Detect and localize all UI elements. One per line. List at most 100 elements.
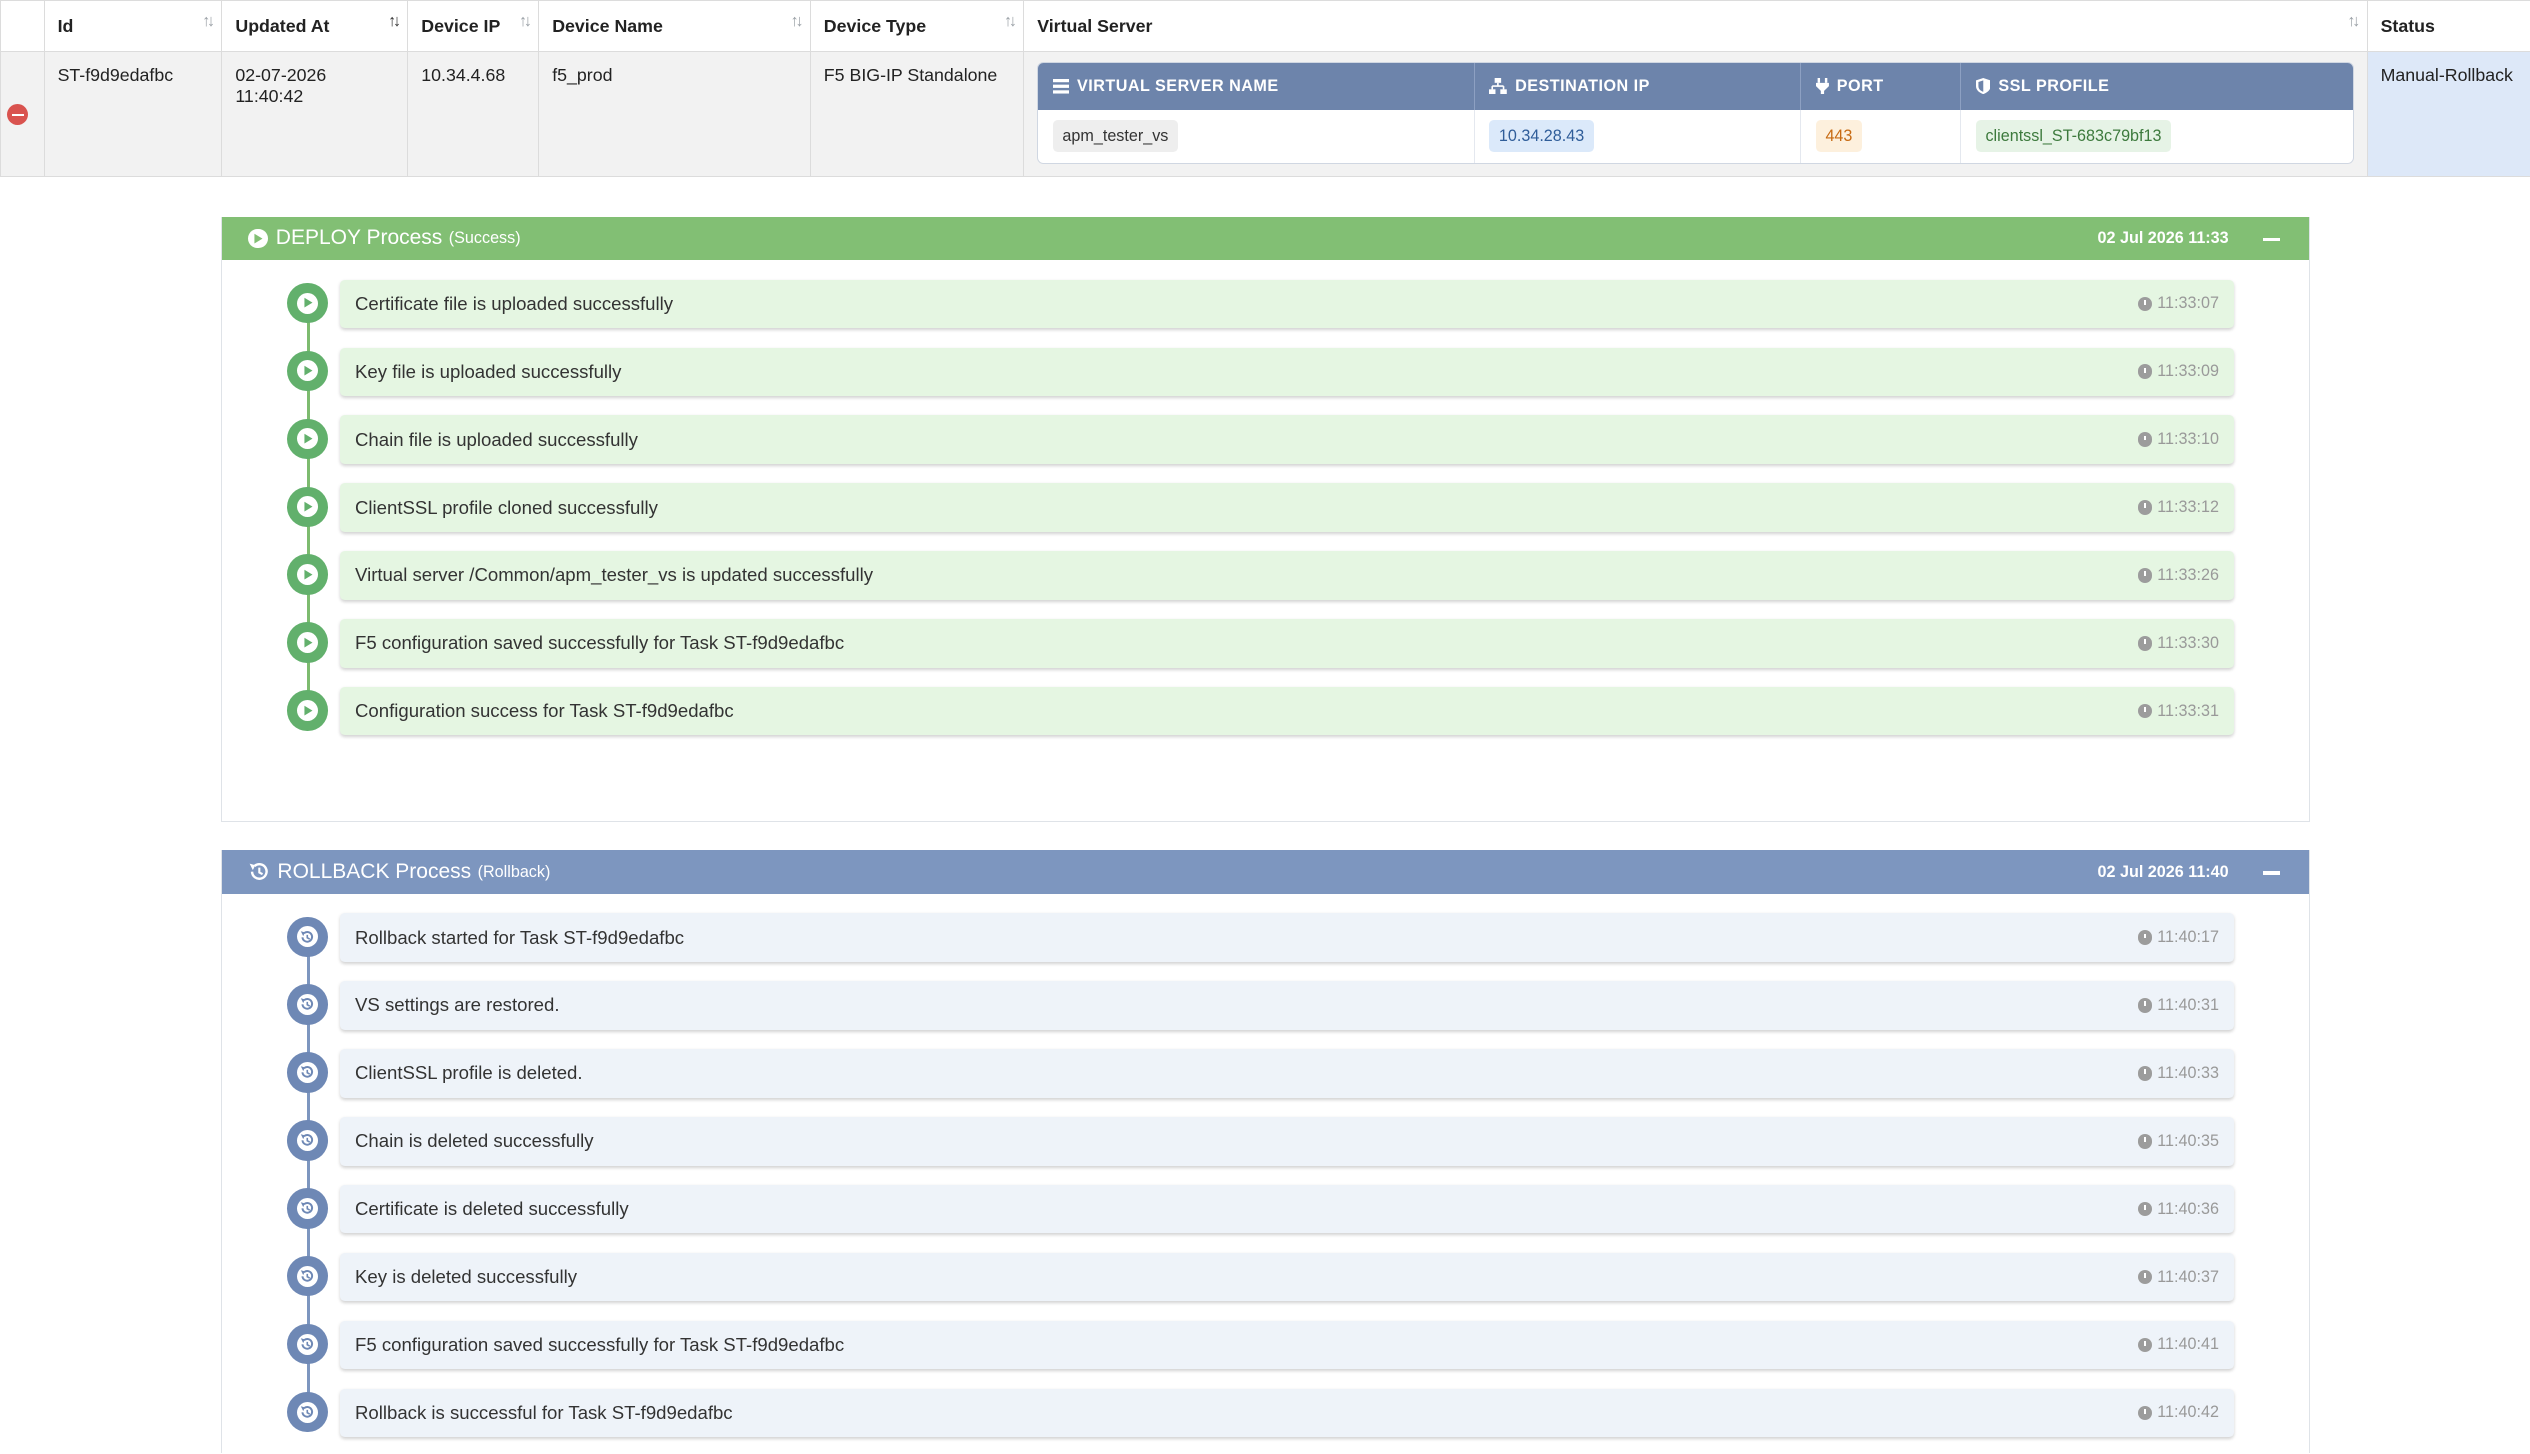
deploy-panel-title: DEPLOY Process: [275, 226, 443, 250]
step-message: F5 configuration saved successfully for …: [340, 1320, 2234, 1370]
step-time: 11:33:10: [2137, 430, 2219, 449]
column-header-device-ip[interactable]: Device IP ↑↓: [407, 0, 540, 53]
column-label: Device Name: [552, 15, 663, 36]
step-time-value: 11:33:09: [2157, 362, 2219, 381]
timeline-step: Configuration success for Task ST-f9d9ed…: [222, 686, 2309, 755]
play-circle-icon: [287, 350, 328, 392]
rollback-process-panel: ROLLBACK Process (Rollback) 02 Jul 2026 …: [221, 850, 2311, 1454]
column-header-updated-at[interactable]: Updated At ↑↓: [221, 0, 409, 53]
cell-device-type: F5 BIG-IP Standalone: [809, 51, 1025, 177]
cell-status: Manual-Rollback: [2366, 51, 2530, 177]
table-row[interactable]: ST-f9d9edafbc 02-07-2026 11:40:42 10.34.…: [0, 51, 2530, 177]
step-text: Rollback started for Task ST-f9d9edafbc: [355, 926, 685, 948]
timeline-step: F5 configuration saved successfully for …: [222, 1320, 2309, 1389]
step-message: F5 configuration saved successfully for …: [340, 619, 2234, 668]
step-message: Certificate file is uploaded successfull…: [340, 279, 2234, 329]
step-time-value: 11:40:42: [2157, 1403, 2219, 1422]
vs-header-label: SSL PROFILE: [1998, 76, 2110, 95]
column-header-status[interactable]: Status: [2366, 0, 2530, 53]
timeline-step: Rollback is successful for Task ST-f9d9e…: [222, 1388, 2309, 1454]
minus-circle-icon[interactable]: [7, 103, 29, 125]
step-time: 11:40:42: [2137, 1403, 2219, 1422]
step-message: Rollback is successful for Task ST-f9d9e…: [340, 1388, 2234, 1438]
column-header-id[interactable]: Id ↑↓: [43, 0, 223, 53]
step-time: 11:40:17: [2137, 928, 2219, 947]
play-circle-icon: [287, 418, 328, 460]
timeline-step: Certificate file is uploaded successfull…: [222, 279, 2309, 348]
step-time-value: 11:40:31: [2157, 995, 2219, 1014]
vs-port-cell: 443: [1801, 109, 1962, 164]
column-header-virtual-server[interactable]: Virtual Server ↑↓: [1023, 0, 2368, 53]
timeline-step: Key is deleted successfully 11:40:37: [222, 1252, 2309, 1321]
clock-icon: [2137, 930, 2153, 945]
vs-ssl-cell: clientssl_ST-683c79bf13: [1961, 110, 2352, 163]
step-message: ClientSSL profile is deleted. 11:40:33: [340, 1049, 2234, 1098]
column-header-device-type[interactable]: Device Type ↑↓: [809, 0, 1025, 53]
sort-icon[interactable]: ↑↓: [202, 12, 215, 31]
column-label: Status: [2380, 15, 2435, 36]
step-text: ClientSSL profile is deleted.: [355, 1062, 583, 1084]
clock-icon: [2137, 500, 2153, 515]
step-message: Chain is deleted successfully 11:40:35: [340, 1117, 2234, 1166]
step-time: 11:40:36: [2137, 1199, 2219, 1219]
clock-icon: [2137, 1133, 2153, 1149]
clock-icon: [2137, 432, 2153, 447]
clock-icon: [2137, 1066, 2153, 1081]
step-time: 11:33:31: [2137, 701, 2219, 721]
vs-data-row: apm_tester_vs 10.34.28.43 443 clientssl_…: [1038, 109, 2353, 164]
step-text: Configuration success for Task ST-f9d9ed…: [355, 700, 734, 722]
sort-icon[interactable]: ↑↓: [790, 12, 803, 31]
vs-header-label: VIRTUAL SERVER NAME: [1076, 76, 1279, 95]
deploy-panel-header[interactable]: DEPLOY Process (Success) 02 Jul 2026 11:…: [222, 216, 2310, 261]
step-message: Rollback started for Task ST-f9d9edafbc 1…: [340, 913, 2234, 962]
step-text: F5 configuration saved successfully for …: [355, 1333, 845, 1355]
step-time-value: 11:33:12: [2157, 498, 2219, 517]
step-text: VS settings are restored.: [355, 994, 560, 1016]
cell-device-ip: 10.34.4.68: [407, 51, 540, 177]
sort-desc-icon[interactable]: ↑↓: [388, 12, 401, 31]
timeline-step: Chain is deleted successfully 11:40:35: [222, 1117, 2309, 1185]
step-time-value: 11:40:35: [2157, 1131, 2219, 1150]
step-message: VS settings are restored. 11:40:31: [340, 981, 2234, 1030]
collapse-icon[interactable]: [2262, 871, 2281, 875]
history-icon: [287, 1188, 328, 1229]
step-time-value: 11:33:31: [2157, 701, 2219, 720]
sort-icon[interactable]: ↑↓: [2347, 12, 2360, 31]
sort-icon[interactable]: ↑↓: [1004, 12, 1017, 31]
step-time: 11:33:30: [2137, 634, 2219, 653]
sort-icon[interactable]: ↑↓: [519, 12, 532, 31]
step-time-value: 11:33:26: [2157, 565, 2219, 584]
vs-header-name: VIRTUAL SERVER NAME: [1038, 62, 1475, 110]
vs-name-cell: apm_tester_vs: [1038, 109, 1475, 164]
step-time-value: 11:40:36: [2157, 1199, 2219, 1218]
timeline-step: ClientSSL profile is deleted. 11:40:33: [222, 1049, 2309, 1117]
rollback-panel-header[interactable]: ROLLBACK Process (Rollback) 02 Jul 2026 …: [222, 850, 2310, 894]
column-header-device-name[interactable]: Device Name ↑↓: [538, 0, 811, 53]
column-label: Id: [57, 15, 74, 36]
history-icon: [287, 1052, 328, 1093]
step-time: 11:40:41: [2137, 1335, 2219, 1354]
clock-icon: [2137, 636, 2153, 651]
timeline-step: ClientSSL profile cloned successfully 11:…: [222, 483, 2309, 551]
step-text: Chain file is uploaded successfully: [355, 428, 638, 450]
collapse-icon[interactable]: [2262, 237, 2281, 241]
step-message: ClientSSL profile cloned successfully 11:…: [340, 483, 2234, 532]
ssl-profile-badge: clientssl_ST-683c79bf13: [1975, 120, 2172, 153]
step-time-value: 11:33:10: [2157, 430, 2219, 449]
rollback-panel-title: ROLLBACK Process: [277, 860, 472, 884]
deploy-timeline: Certificate file is uploaded successfull…: [222, 260, 2309, 755]
virtual-server-table: VIRTUAL SERVER NAME DESTINATION IP PORT: [1037, 61, 2354, 165]
vs-destination-cell: 10.34.28.43: [1475, 109, 1802, 164]
clock-icon: [2137, 1201, 2153, 1217]
step-text: F5 configuration saved successfully for …: [355, 632, 845, 654]
destination-ip-badge: 10.34.28.43: [1489, 120, 1594, 153]
history-icon: [287, 1120, 328, 1161]
step-text: Virtual server /Common/apm_tester_vs is …: [355, 564, 874, 586]
rollback-panel-subtitle: (Rollback): [477, 862, 551, 881]
step-message: Virtual server /Common/apm_tester_vs is …: [340, 551, 2234, 600]
timeline-step: Chain file is uploaded successfully 11:33…: [222, 415, 2309, 483]
step-time-value: 11:40:33: [2157, 1063, 2219, 1082]
step-message: Chain file is uploaded successfully 11:33…: [340, 415, 2234, 464]
cell-virtual-server: VIRTUAL SERVER NAME DESTINATION IP PORT: [1023, 51, 2368, 177]
shield-icon: [1975, 78, 1991, 95]
